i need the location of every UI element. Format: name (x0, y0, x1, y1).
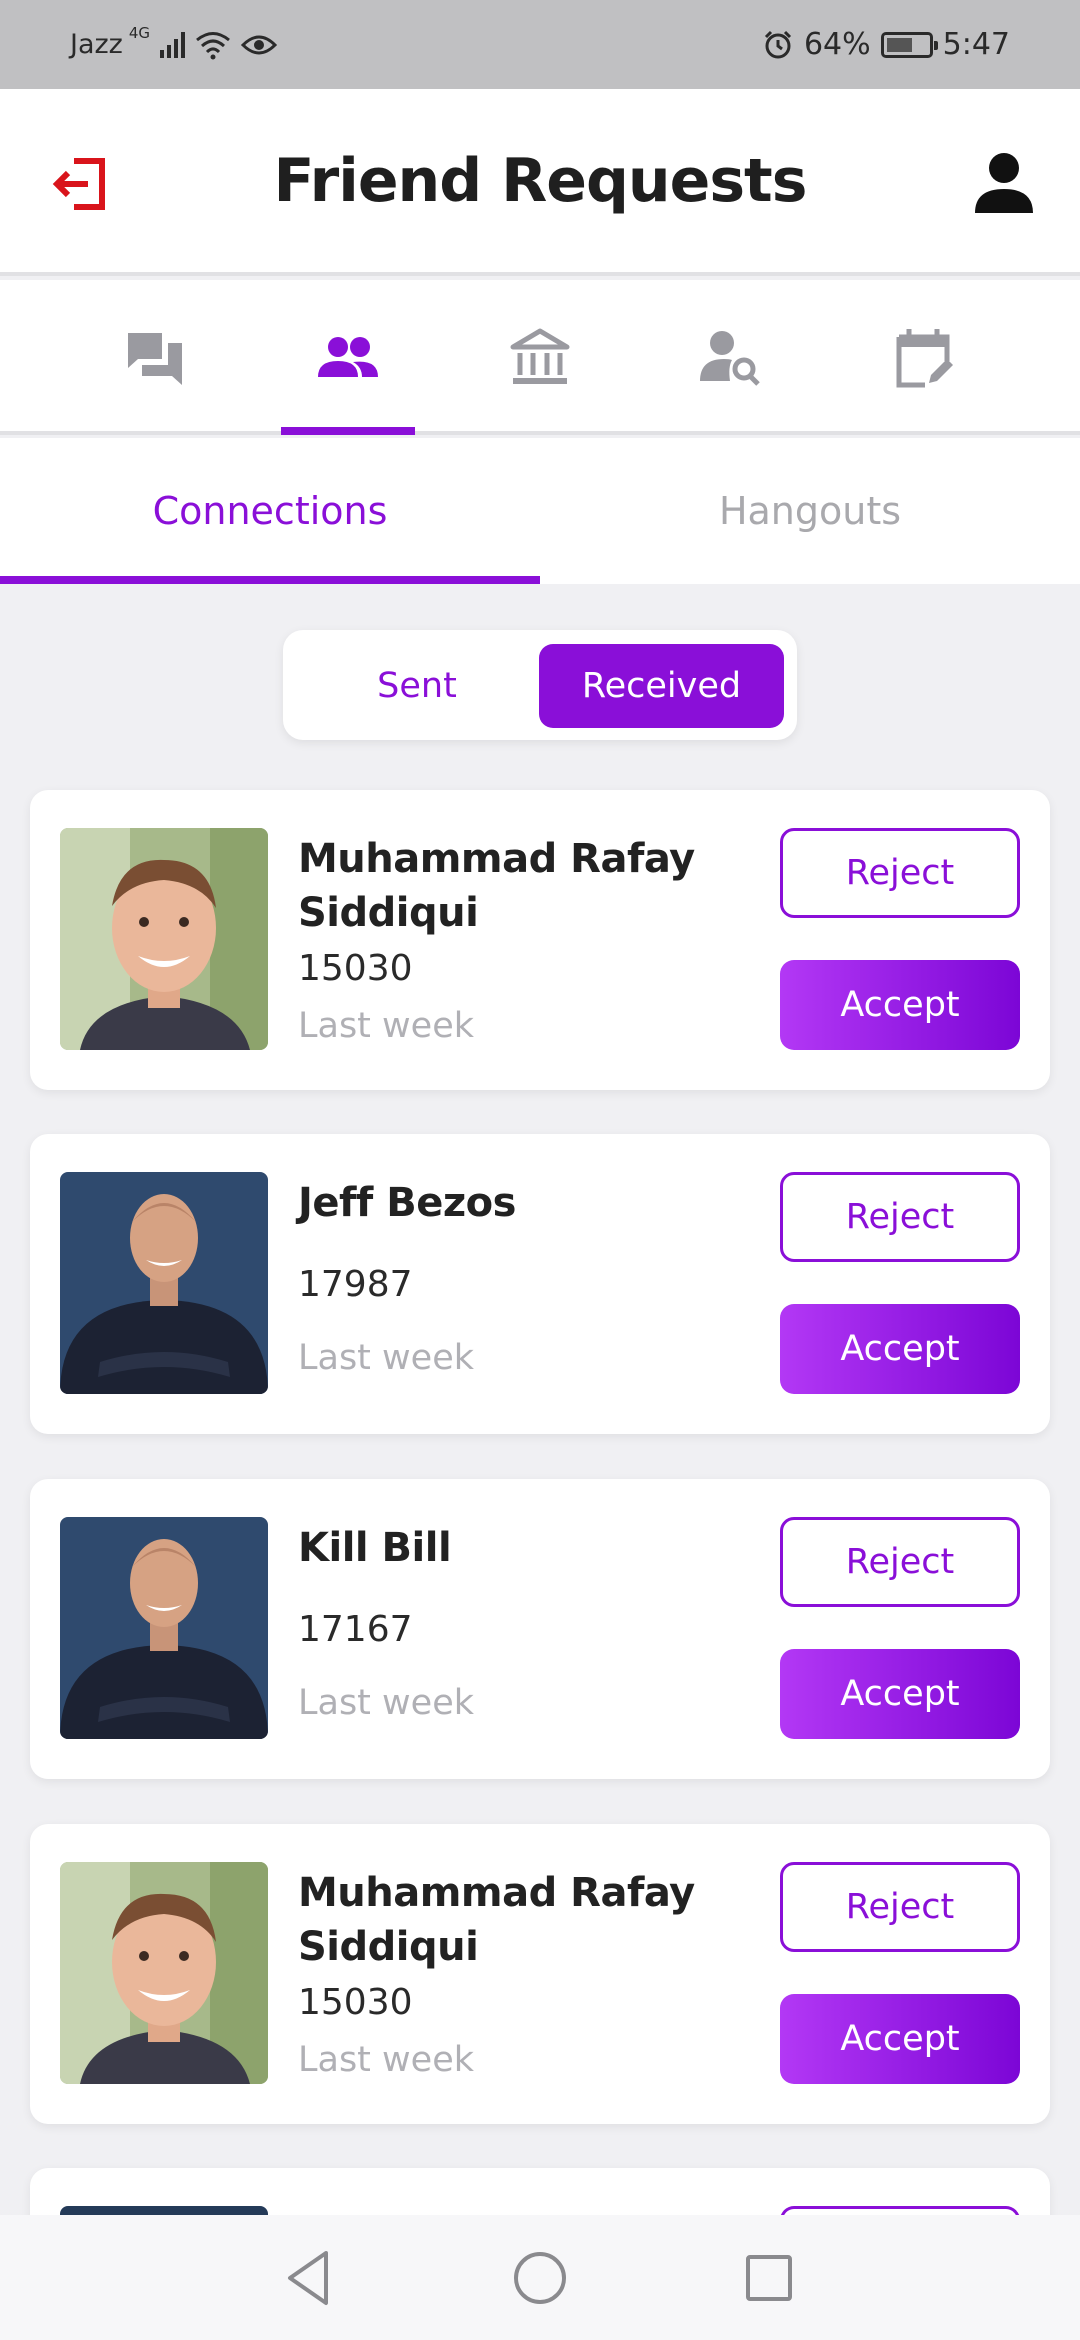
request-time: Last week (298, 1006, 474, 1046)
reject-button[interactable]: Reject (780, 1862, 1020, 1952)
accept-button[interactable]: Accept (780, 1649, 1020, 1739)
reject-button[interactable]: Reject (780, 828, 1020, 918)
accept-button[interactable]: Accept (780, 960, 1020, 1050)
avatar (60, 1517, 268, 1739)
tab-institutions[interactable] (473, 280, 607, 435)
alarm-icon (764, 30, 791, 58)
request-time: Last week (298, 1683, 474, 1723)
status-bar: Jazz 4G 64% 5:47 (0, 0, 1080, 89)
calendar-edit-icon (896, 328, 953, 387)
requester-id: 17987 (298, 1264, 413, 1305)
request-card: Kill Bill 17167 Last week Reject Accept (30, 1479, 1050, 1779)
recents-icon[interactable] (736, 2245, 802, 2311)
accept-button[interactable]: Accept (780, 1304, 1020, 1394)
tab-chats[interactable] (88, 280, 222, 435)
request-card: Muhammad Rafay Siddiqui 15030 Last week … (30, 1824, 1050, 2124)
people-icon (318, 336, 378, 377)
wifi-icon (196, 31, 230, 59)
tab-friends[interactable] (281, 280, 415, 435)
accept-button[interactable]: Accept (780, 1994, 1020, 2084)
requester-name: Muhammad Rafay Siddiqui (298, 1870, 695, 1970)
app-screen: Jazz 4G 64% 5:47 Friend Requests Connect… (0, 0, 1080, 2340)
person-icon (975, 153, 1033, 213)
page-title: Friend Requests (273, 145, 808, 216)
tab-active-indicator (281, 427, 415, 435)
app-header: Friend Requests (0, 89, 1080, 276)
section-tab-bar (0, 280, 1080, 435)
received-toggle-button[interactable]: Received (539, 644, 784, 728)
sub-tab-bar: Connections Hangouts (0, 438, 1080, 584)
eye-icon (241, 35, 278, 54)
tab-hangouts-label: Hangouts (718, 489, 902, 533)
tab-schedule[interactable] (857, 280, 991, 435)
battery-percent: 64% (803, 27, 871, 62)
requester-name: Kill Bill (298, 1525, 452, 1571)
chat-icon (128, 332, 182, 385)
bank-icon (510, 328, 570, 384)
avatar (60, 1172, 268, 1394)
reject-button[interactable]: Reject (780, 1172, 1020, 1262)
requester-id: 17167 (298, 1609, 413, 1650)
request-card: Jeff Bezos 17987 Last week Reject Accept (30, 1134, 1050, 1434)
requester-name: Jeff Bezos (298, 1180, 516, 1226)
person-search-icon (700, 330, 760, 386)
avatar (60, 828, 268, 1050)
battery-icon (880, 31, 938, 58)
status-right: 64% 5:47 (762, 27, 1010, 62)
profile-button[interactable] (973, 151, 1035, 215)
tab-connections-label: Connections (152, 489, 388, 533)
logout-button[interactable] (50, 149, 120, 219)
tab-search-people[interactable] (664, 280, 798, 435)
carrier-label: Jazz (70, 29, 123, 60)
requester-id: 15030 (298, 1982, 413, 2023)
home-icon[interactable] (507, 2245, 573, 2311)
tab-active-indicator (0, 576, 540, 584)
request-time: Last week (298, 2040, 474, 2080)
reject-button[interactable]: Reject (780, 1517, 1020, 1607)
request-time: Last week (298, 1338, 474, 1378)
sent-received-toggle: Sent Received (283, 630, 797, 740)
logout-icon (52, 158, 105, 210)
back-icon[interactable] (276, 2245, 342, 2311)
tab-hangouts[interactable]: Hangouts (540, 438, 1080, 584)
tab-connections[interactable]: Connections (0, 438, 540, 584)
network-type: 4G (128, 23, 151, 42)
signal-icon (160, 31, 186, 58)
system-nav-bar (0, 2215, 1080, 2340)
clock: 5:47 (942, 27, 1010, 62)
request-card: Muhammad Rafay Siddiqui 15030 Last week … (30, 790, 1050, 1090)
sent-toggle-button[interactable]: Sent (297, 644, 537, 728)
requester-id: 15030 (298, 948, 413, 989)
avatar (60, 1862, 268, 2084)
requester-name: Muhammad Rafay Siddiqui (298, 836, 695, 936)
status-left: Jazz 4G (70, 24, 278, 60)
